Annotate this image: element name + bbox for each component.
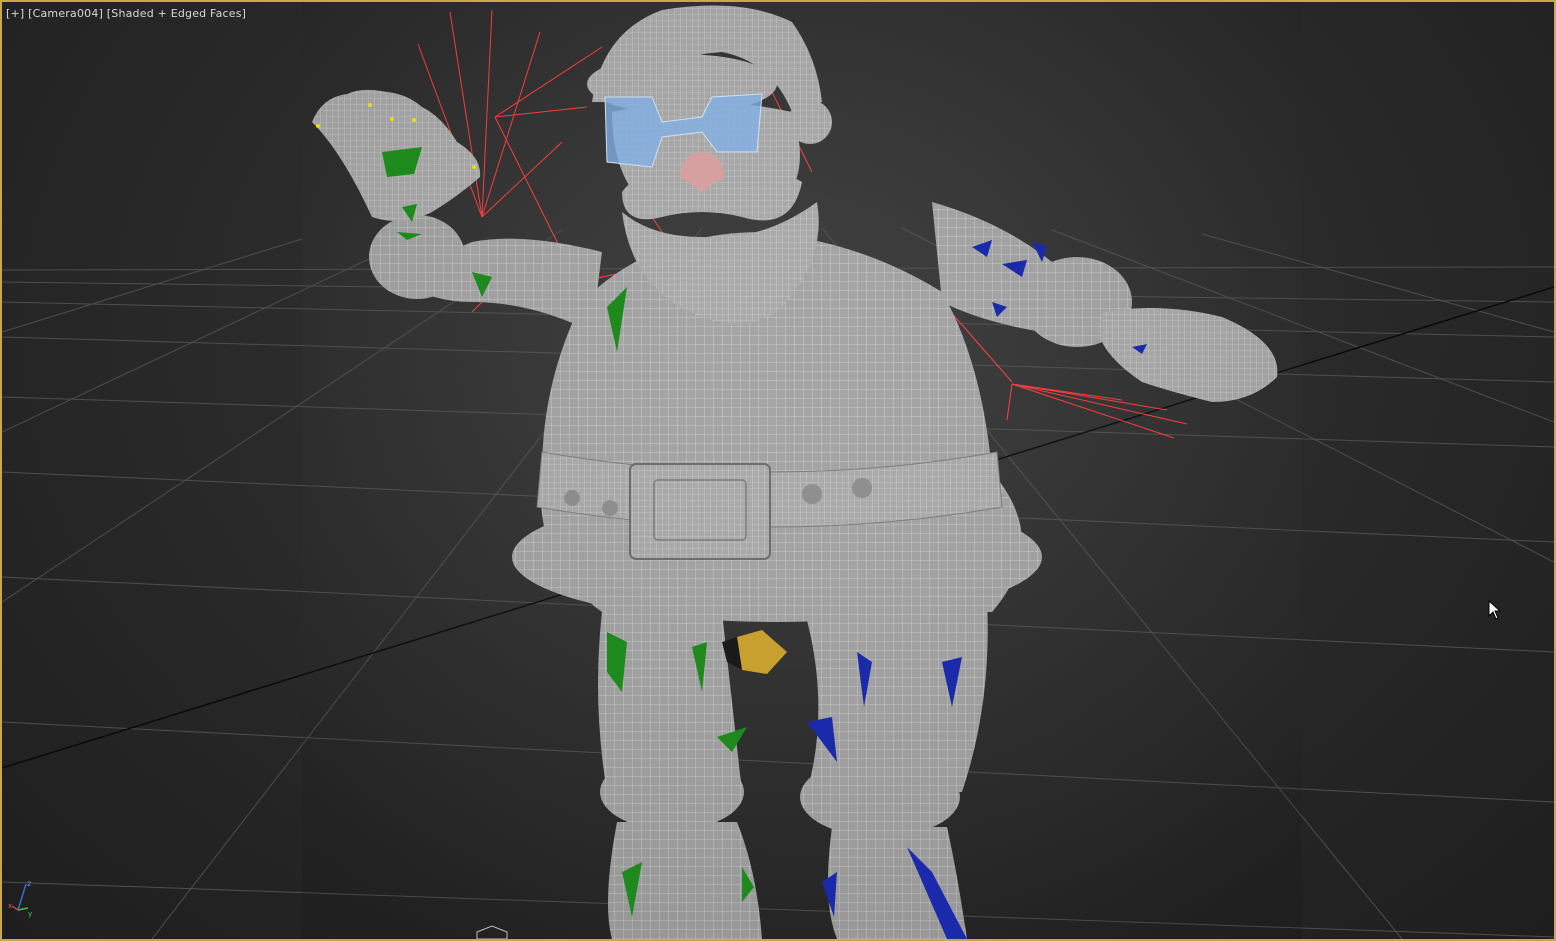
viewport-shading-menu[interactable]: [Shaded + Edged Faces] <box>107 7 246 20</box>
overlay-shading <box>302 2 1302 939</box>
mouse-cursor-icon <box>1488 600 1502 620</box>
axis-z-label: z <box>27 879 31 888</box>
axis-gizmo: z x y <box>8 879 32 918</box>
axis-x-label: x <box>8 902 12 910</box>
viewport-menu-plus[interactable]: [+] <box>6 7 24 20</box>
santa-mesh[interactable] <box>302 2 1302 939</box>
viewport-camera-menu[interactable]: [Camera004] <box>28 7 103 20</box>
axis-y-label: y <box>28 910 32 918</box>
viewport-label: [+] [Camera004] [Shaded + Edged Faces] <box>6 7 246 20</box>
viewport-camera004[interactable]: [+] [Camera004] [Shaded + Edged Faces] z… <box>0 0 1556 941</box>
scene-canvas[interactable] <box>2 2 1554 939</box>
